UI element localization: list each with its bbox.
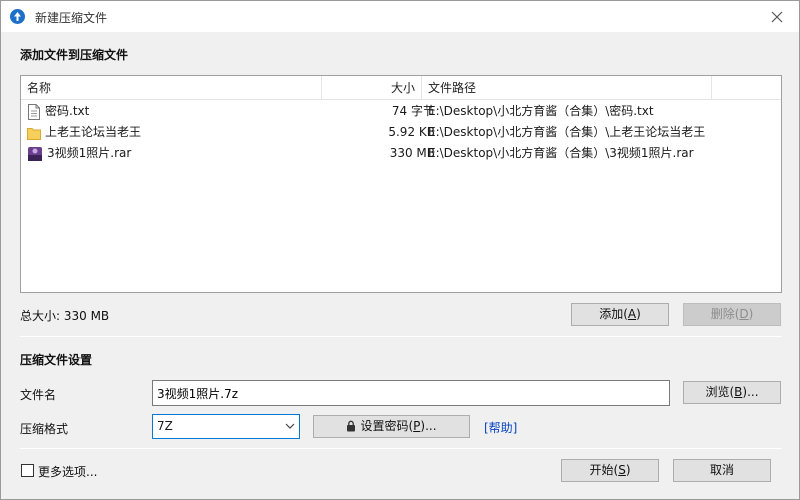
lock-icon <box>347 420 356 432</box>
close-button[interactable] <box>755 1 799 32</box>
add-files-section-title: 添加文件到压缩文件 <box>20 48 129 62</box>
more-options-label[interactable]: 更多选项... <box>38 463 97 480</box>
delete-button[interactable]: 删除(D) <box>683 303 781 326</box>
new-archive-dialog: 新建压缩文件 添加文件到压缩文件 名称 大小 文件路径 密码.txt 74 字节… <box>0 0 800 500</box>
archive-settings-section-title: 压缩文件设置 <box>20 353 93 367</box>
filename-label: 文件名 <box>20 388 57 402</box>
column-header-path[interactable]: 文件路径 <box>422 76 712 100</box>
file-path: E:\Desktop\小北方育酱（合集）\密码.txt <box>428 104 654 118</box>
set-password-button[interactable]: 设置密码(P)... <box>313 415 470 438</box>
start-button[interactable]: 开始(S) <box>561 459 659 482</box>
help-link[interactable]: [帮助] <box>484 419 517 436</box>
title-bar: 新建压缩文件 <box>1 1 799 32</box>
format-select-value: 7Z <box>157 419 173 433</box>
file-row[interactable]: 3视频1照片.rar 330 MB E:\Desktop\小北方育酱（合集）\3… <box>21 143 781 164</box>
text-file-icon <box>28 103 40 120</box>
close-icon <box>771 11 783 22</box>
more-options-checkbox[interactable] <box>21 464 34 477</box>
file-list[interactable]: 名称 大小 文件路径 密码.txt 74 字节 E:\Desktop\小北方育酱… <box>20 75 782 293</box>
rar-archive-icon <box>28 146 42 161</box>
file-row[interactable]: 上老王论坛当老王 5.92 KB E:\Desktop\小北方育酱（合集）\上老… <box>21 122 781 143</box>
file-path: E:\Desktop\小北方育酱（合集）\3视频1照片.rar <box>428 146 694 160</box>
file-list-header: 名称 大小 文件路径 <box>21 76 781 100</box>
file-size: 330 MB <box>389 146 435 160</box>
divider <box>20 336 782 337</box>
chevron-down-icon <box>285 423 295 429</box>
column-header-name[interactable]: 名称 <box>21 76 322 100</box>
cancel-button[interactable]: 取消 <box>673 459 771 482</box>
format-label: 压缩格式 <box>20 422 69 436</box>
folder-icon <box>27 127 41 140</box>
browse-button[interactable]: 浏览(B)... <box>683 381 781 404</box>
file-name: 密码.txt <box>45 104 90 118</box>
window-title: 新建压缩文件 <box>35 11 108 25</box>
file-name: 上老王论坛当老王 <box>45 125 142 139</box>
divider <box>20 448 782 449</box>
format-select[interactable]: 7Z <box>152 414 300 439</box>
zip-app-icon <box>10 9 25 24</box>
file-row[interactable]: 密码.txt 74 字节 E:\Desktop\小北方育酱（合集）\密码.txt <box>21 101 781 122</box>
file-size: 74 字节 <box>391 104 435 118</box>
filename-input[interactable] <box>152 380 670 406</box>
file-size: 5.92 KB <box>388 125 435 139</box>
column-header-size[interactable]: 大小 <box>322 76 422 100</box>
total-size: 总大小: 330 MB <box>20 309 110 323</box>
file-path: E:\Desktop\小北方育酱（合集）\上老王论坛当老王 <box>428 125 706 139</box>
add-button[interactable]: 添加(A) <box>571 303 669 326</box>
file-name: 3视频1照片.rar <box>47 146 132 160</box>
